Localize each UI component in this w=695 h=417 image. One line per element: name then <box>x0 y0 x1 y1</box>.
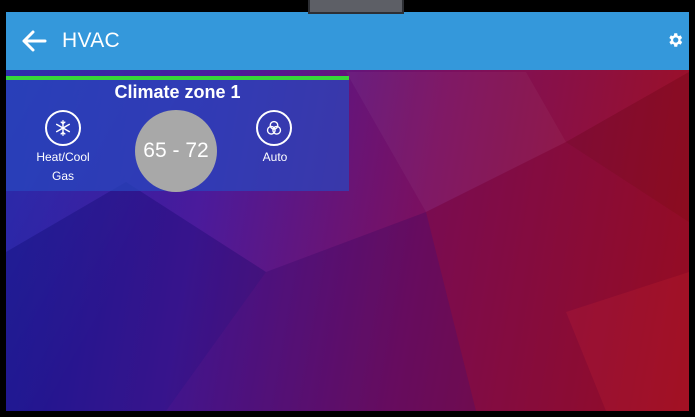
app-header: HVAC <box>6 12 689 70</box>
settings-button[interactable] <box>663 28 687 52</box>
mode-button[interactable] <box>45 110 81 146</box>
gear-icon <box>669 33 683 47</box>
fan-icon <box>266 120 282 135</box>
climate-zone-card[interactable]: Climate zone 1 Heat/Cool Gas 65 - 72 Aut… <box>6 76 349 192</box>
zone-name: Climate zone 1 <box>114 82 241 102</box>
setpoint-dial[interactable]: 65 - 72 <box>135 110 217 192</box>
fan-button[interactable] <box>256 110 292 146</box>
back-button[interactable] <box>14 21 54 61</box>
fuel-label: Gas <box>51 169 74 183</box>
background-facets <box>6 72 689 411</box>
page-title: HVAC <box>62 29 120 52</box>
top-tab <box>308 0 404 14</box>
snowflake-icon <box>55 120 71 136</box>
app-frame: HVAC Climate zone 1 Heat/Cool Gas 65 - 7… <box>0 0 695 417</box>
setpoint-value: 65 - 72 <box>143 139 209 162</box>
fan-label: Auto <box>262 150 288 164</box>
mode-label: Heat/Cool <box>36 150 90 164</box>
arrow-left-icon <box>22 30 47 52</box>
